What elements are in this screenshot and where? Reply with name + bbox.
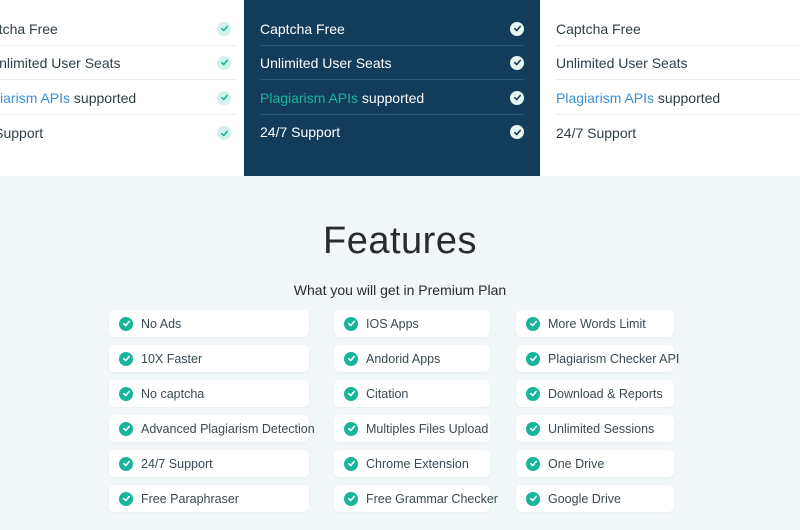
check-icon: [217, 90, 231, 105]
feature-label: Free Paraphraser: [141, 491, 239, 506]
feature-item: Andorid Apps: [334, 345, 490, 372]
plan-feature-label: Captcha Free: [260, 20, 345, 37]
plan-feature-label: Unlimited User Seats: [260, 54, 392, 71]
plan-feature-label: 24/7 Support: [260, 124, 341, 140]
plan-feature-support: 24/7 Support: [0, 116, 236, 150]
check-circle-icon: [526, 421, 540, 436]
plagiarism-apis-link[interactable]: Plagiarism APIs: [556, 90, 654, 106]
pricing-column-pro: Captcha Free Unlimited User Seats Plagia…: [540, 0, 800, 176]
feature-label: 10X Faster: [141, 351, 203, 366]
plan-feature-plagiarism-apis: Plagiarism APIs supported: [0, 81, 236, 115]
plan-feature-user-seats: Unlimited User Seats: [0, 46, 236, 80]
plan-feature-captcha-free: Captcha Free: [556, 12, 800, 46]
plan-feature-support: 24/7 Support: [556, 116, 800, 150]
plan-feature-plagiarism-apis: Plagiarism APIs supported: [260, 81, 524, 115]
check-circle-icon: [526, 456, 540, 471]
pricing-column-basic: Captcha Free Unlimited User Seats Plagia…: [0, 0, 244, 176]
feature-item: One Drive: [516, 450, 674, 477]
plan-feature-label: 24/7 Support: [0, 125, 44, 141]
check-circle-icon: [119, 421, 133, 436]
plan-feature-label: Unlimited User Seats: [0, 54, 121, 71]
feature-label: One Drive: [548, 456, 605, 471]
plan-feature-captcha-free: Captcha Free: [260, 12, 524, 46]
features-subtitle: What you will get in Premium Plan: [293, 282, 507, 298]
plan-feature-plagiarism-apis: Plagiarism APIs supported: [556, 81, 800, 115]
plagiarism-apis-link[interactable]: Plagiarism APIs: [0, 90, 70, 106]
feature-item: IOS Apps: [334, 310, 490, 337]
feature-label: Plagiarism Checker API: [548, 351, 680, 366]
check-circle-icon: [119, 351, 133, 366]
plan-feature-label: Captcha Free: [556, 20, 641, 37]
feature-label: Chrome Extension: [366, 456, 469, 471]
features-heading: Features: [323, 220, 477, 262]
check-circle-icon: [344, 316, 358, 331]
feature-item: 24/7 Support: [109, 450, 309, 477]
feature-item: More Words Limit: [516, 310, 674, 337]
plan-feature-label: Captcha Free: [0, 20, 58, 37]
feature-label: Multiples Files Upload: [366, 421, 489, 436]
feature-label: IOS Apps: [366, 316, 419, 331]
check-icon: [510, 90, 524, 105]
check-circle-icon: [119, 316, 133, 331]
feature-item: No Ads: [109, 310, 309, 337]
plan-feature-label: Unlimited User Seats: [556, 54, 688, 71]
feature-label: Citation: [366, 386, 409, 401]
check-circle-icon: [119, 456, 133, 471]
feature-label: Advanced Plagiarism Detection: [141, 421, 315, 436]
plan-feature-label: Plagiarism APIs supported: [556, 90, 720, 106]
feature-item: Plagiarism Checker API: [516, 345, 679, 372]
feature-item: Multiples Files Upload: [334, 415, 490, 442]
feature-item: Free Paraphraser: [109, 485, 309, 512]
feature-item: 10X Faster: [109, 345, 309, 372]
check-circle-icon: [344, 421, 358, 436]
check-icon: [510, 125, 524, 139]
feature-label: Unlimited Sessions: [548, 421, 655, 436]
feature-item: No captcha: [109, 380, 309, 407]
feature-item: Free Grammar Checker: [334, 485, 498, 512]
check-circle-icon: [344, 351, 358, 366]
check-icon: [510, 21, 524, 36]
feature-item: Download & Reports: [516, 380, 674, 407]
feature-label: Andorid Apps: [366, 351, 441, 366]
feature-label: No captcha: [141, 386, 205, 401]
check-circle-icon: [526, 351, 540, 366]
check-circle-icon: [344, 386, 358, 401]
feature-label: 24/7 Support: [141, 456, 213, 471]
check-circle-icon: [119, 491, 133, 506]
plan-feature-user-seats: Unlimited User Seats: [556, 46, 800, 80]
check-circle-icon: [344, 491, 358, 506]
feature-label: More Words Limit: [548, 316, 646, 331]
pricing-column-premium: Captcha Free Unlimited User Seats Plagia…: [244, 0, 540, 176]
feature-item: Advanced Plagiarism Detection: [109, 415, 315, 442]
check-icon: [510, 55, 524, 70]
check-icon: [217, 21, 231, 36]
check-circle-icon: [526, 491, 540, 506]
feature-item: Google Drive: [516, 485, 674, 512]
feature-item: Chrome Extension: [334, 450, 490, 477]
plan-feature-suffix: supported: [654, 89, 721, 106]
feature-item: Citation: [334, 380, 490, 407]
plan-feature-suffix: supported: [358, 89, 425, 106]
pricing-table: Captcha Free Unlimited User Seats Plagia…: [0, 0, 800, 176]
check-circle-icon: [344, 456, 358, 471]
plan-feature-label: Plagiarism APIs supported: [260, 90, 424, 106]
plan-feature-label: 24/7 Support: [556, 125, 637, 141]
check-circle-icon: [526, 316, 540, 331]
feature-item: Unlimited Sessions: [516, 415, 674, 442]
check-icon: [217, 55, 231, 70]
feature-label: No Ads: [141, 316, 182, 331]
plan-feature-suffix: supported: [70, 89, 137, 106]
feature-label: Download & Reports: [548, 386, 663, 401]
check-circle-icon: [526, 386, 540, 401]
plan-feature-support: 24/7 Support: [260, 115, 524, 149]
plagiarism-apis-link[interactable]: Plagiarism APIs: [260, 90, 358, 106]
plan-feature-user-seats: Unlimited User Seats: [260, 46, 524, 80]
plan-feature-label: Plagiarism APIs supported: [0, 90, 136, 106]
check-icon: [217, 126, 231, 140]
feature-label: Google Drive: [548, 491, 621, 506]
check-circle-icon: [119, 386, 133, 401]
plan-feature-captcha-free: Captcha Free: [0, 12, 236, 46]
feature-label: Free Grammar Checker: [366, 491, 498, 506]
